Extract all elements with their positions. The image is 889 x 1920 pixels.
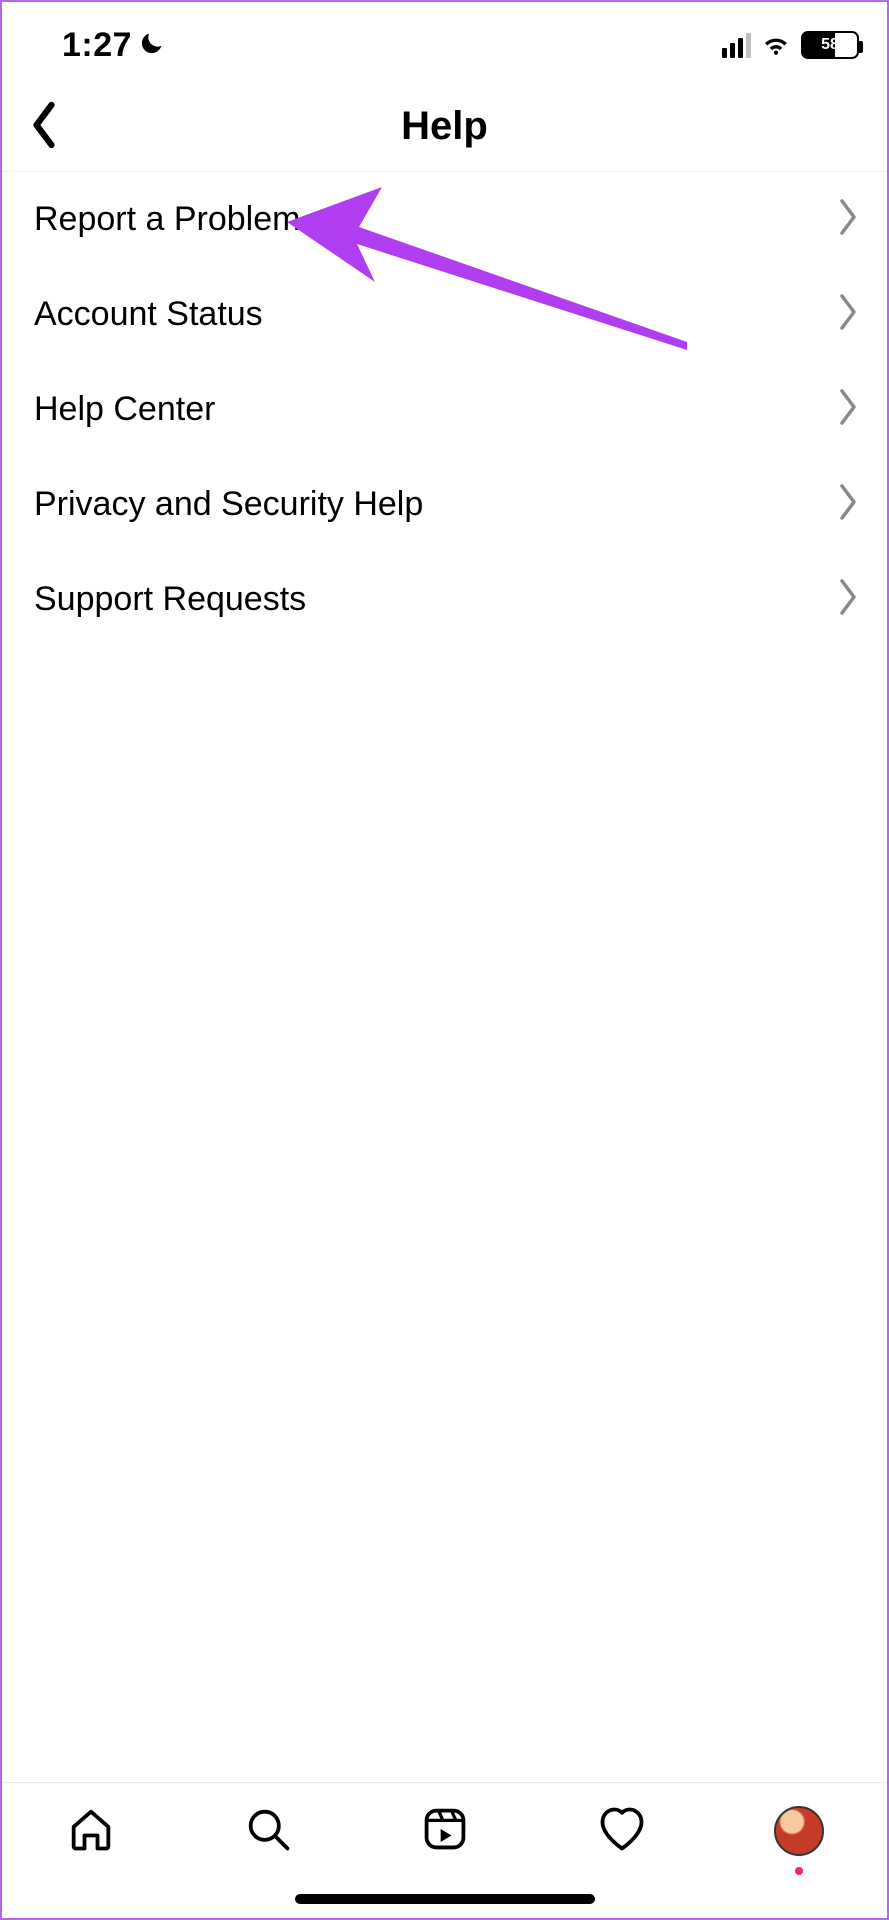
chevron-right-icon [835, 387, 861, 432]
tab-search[interactable] [238, 1801, 298, 1861]
chevron-left-icon [27, 100, 61, 153]
menu-item-report-a-problem[interactable]: Report a Problem [2, 172, 887, 267]
menu-item-support-requests[interactable]: Support Requests [2, 552, 887, 647]
battery-icon: 58 [801, 31, 859, 59]
cellular-signal-icon [722, 32, 751, 58]
menu-item-account-status[interactable]: Account Status [2, 267, 887, 362]
menu-item-label: Report a Problem [34, 200, 300, 239]
chevron-right-icon [835, 292, 861, 337]
battery-percentage: 58 [803, 36, 857, 54]
home-icon [65, 1803, 117, 1860]
tab-activity[interactable] [592, 1801, 652, 1861]
menu-item-privacy-security[interactable]: Privacy and Security Help [2, 457, 887, 552]
tab-reels[interactable] [415, 1801, 475, 1861]
search-icon [242, 1803, 294, 1860]
chevron-right-icon [835, 577, 861, 622]
notification-dot-icon [795, 1867, 803, 1875]
heart-icon [596, 1803, 648, 1860]
menu-item-help-center[interactable]: Help Center [2, 362, 887, 457]
menu-item-label: Help Center [34, 390, 215, 429]
page-title: Help [401, 104, 488, 149]
status-left: 1:27 [62, 26, 166, 65]
profile-avatar-icon [774, 1806, 824, 1856]
menu-item-label: Privacy and Security Help [34, 485, 423, 524]
moon-icon [138, 29, 166, 62]
tab-home[interactable] [61, 1801, 121, 1861]
status-time: 1:27 [62, 26, 132, 65]
status-right: 58 [722, 30, 859, 61]
tab-profile[interactable] [769, 1801, 829, 1861]
back-button[interactable] [14, 97, 74, 157]
menu-item-label: Support Requests [34, 580, 306, 619]
menu-item-label: Account Status [34, 295, 263, 334]
nav-header: Help [2, 82, 887, 172]
reels-icon [419, 1803, 471, 1860]
wifi-icon [761, 30, 791, 61]
chevron-right-icon [835, 197, 861, 242]
status-bar: 1:27 58 [2, 2, 887, 82]
help-menu-list: Report a Problem Account Status Help Cen… [2, 172, 887, 647]
chevron-right-icon [835, 482, 861, 527]
home-indicator [295, 1894, 595, 1904]
